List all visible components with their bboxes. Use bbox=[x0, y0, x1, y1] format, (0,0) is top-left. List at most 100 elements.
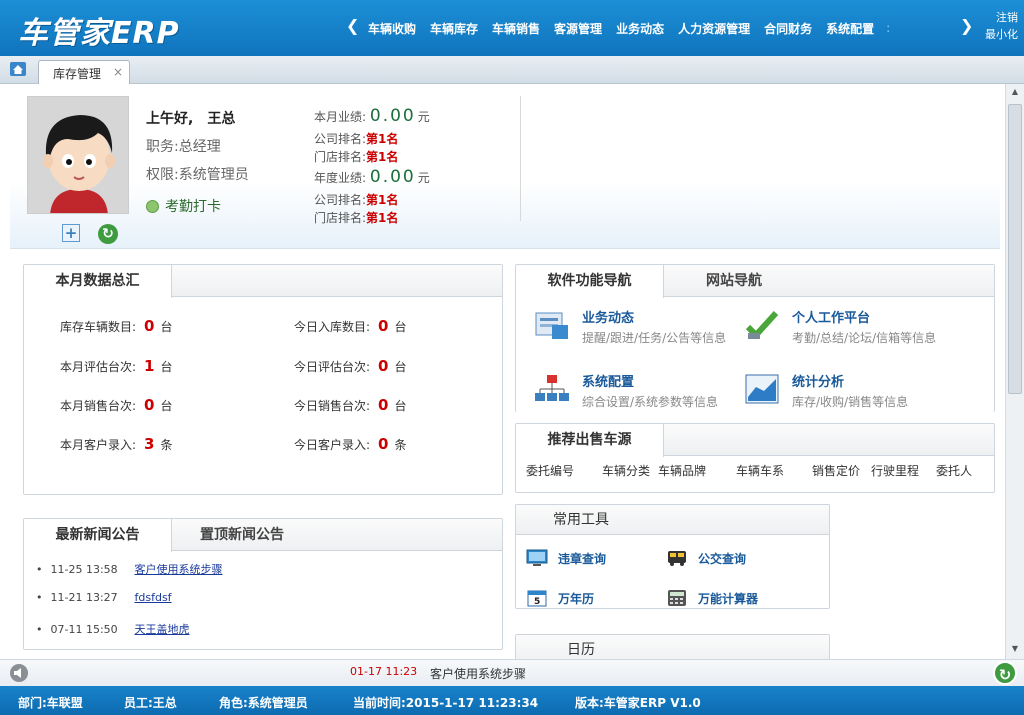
greeting: 上午好, 王总 bbox=[146, 108, 235, 128]
nav-item-business-news[interactable]: 业务动态 bbox=[616, 20, 664, 37]
store-rank-label: 门店排名: bbox=[314, 150, 367, 164]
logout-link[interactable]: 注销 bbox=[985, 9, 1018, 26]
home-icon[interactable] bbox=[10, 62, 26, 76]
nav-item-hr-management[interactable]: 人力资源管理 bbox=[678, 20, 750, 37]
avatar bbox=[27, 96, 129, 214]
col-consignor[interactable]: 委托人 bbox=[936, 462, 972, 479]
nav-item-customer-management[interactable]: 客源管理 bbox=[554, 20, 602, 37]
nav-tile-desc: 库存/收购/销售等信息 bbox=[792, 395, 909, 409]
calculator-icon bbox=[668, 590, 686, 606]
clock-icon bbox=[146, 200, 159, 213]
scroll-up-icon[interactable]: ▲ bbox=[1009, 87, 1021, 99]
col-vehicle-category[interactable]: 车辆分类 bbox=[602, 462, 650, 479]
news-time: 11-21 13:27 bbox=[50, 591, 118, 604]
news-item: • 11-25 13:58 客户使用系统步骤 bbox=[36, 561, 223, 577]
tool-bus-query[interactable]: 公交查询 bbox=[666, 549, 746, 567]
add-avatar-button[interactable]: + bbox=[62, 224, 80, 242]
col-mileage[interactable]: 行驶里程 bbox=[871, 462, 919, 479]
yearly-perf-label: 年度业绩: bbox=[314, 171, 367, 185]
nav-tile-business-news[interactable]: 业务动态 提醒/跟进/任务/公告等信息 bbox=[534, 307, 744, 347]
speaker-icon[interactable] bbox=[8, 663, 30, 683]
tab-close-icon[interactable]: × bbox=[113, 65, 123, 79]
svg-text:5: 5 bbox=[534, 597, 540, 607]
stat-label: 今日入库数目: bbox=[294, 320, 371, 334]
status-version: 版本:车管家ERP V1.0 bbox=[575, 696, 701, 710]
tab-pinned-news[interactable]: 置顶新闻公告 bbox=[172, 519, 312, 551]
refresh-avatar-button[interactable]: ↻ bbox=[98, 224, 118, 244]
tab-website-nav[interactable]: 网站导航 bbox=[664, 265, 804, 297]
status-bar: 部门:车联盟 员工:王总 角色:系统管理员 当前时间:2015-1-17 11:… bbox=[0, 686, 1024, 715]
nav-next-icon[interactable]: ❯ bbox=[960, 16, 973, 35]
monthly-perf-unit: 元 bbox=[417, 110, 430, 124]
common-tools-title: 常用工具 bbox=[553, 512, 609, 528]
news-link[interactable]: fdsfdsf bbox=[135, 591, 172, 604]
nav-tile-personal-workbench[interactable]: 个人工作平台 考勤/总结/论坛/信箱等信息 bbox=[744, 307, 964, 347]
tab-recommended-vehicles[interactable]: 推荐出售车源 bbox=[516, 424, 664, 457]
stat-value: 3 bbox=[144, 435, 155, 453]
app-logo: 车管家ERP bbox=[18, 16, 180, 51]
tab-inventory-management[interactable]: 库存管理 × bbox=[38, 60, 130, 84]
nav-prev-icon[interactable]: ❮ bbox=[346, 16, 359, 35]
store-rank-value: 第1名 bbox=[366, 150, 399, 164]
nav-item-system-config[interactable]: 系统配置 bbox=[826, 20, 874, 37]
tool-label: 公交查询 bbox=[698, 552, 747, 566]
nav-item-contract-finance[interactable]: 合同财务 bbox=[764, 20, 812, 37]
vertical-scrollbar[interactable]: ▲ ▼ bbox=[1005, 84, 1024, 659]
col-commission-no[interactable]: 委托编号 bbox=[526, 462, 574, 479]
tool-traffic-violation[interactable]: 违章查询 bbox=[526, 549, 606, 567]
nav-tile-desc: 综合设置/系统参数等信息 bbox=[582, 395, 719, 409]
tool-calculator[interactable]: 万能计算器 bbox=[666, 589, 758, 607]
col-vehicle-brand[interactable]: 车辆品牌 bbox=[658, 462, 706, 479]
nav-tile-desc: 考勤/总结/论坛/信箱等信息 bbox=[792, 331, 937, 345]
stat-label: 库存车辆数目: bbox=[60, 320, 137, 334]
nav-item-vehicle-sales[interactable]: 车辆销售 bbox=[492, 20, 540, 37]
panel-header: 本月数据总汇 bbox=[24, 265, 502, 298]
col-vehicle-series[interactable]: 车辆车系 bbox=[736, 462, 784, 479]
col-sale-price[interactable]: 销售定价 bbox=[812, 462, 860, 479]
refresh-icon[interactable]: ↻ bbox=[993, 661, 1017, 685]
news-link[interactable]: 客户使用系统步骤 bbox=[135, 563, 223, 576]
monthly-store-rank: 门店排名:第1名 bbox=[314, 148, 398, 165]
tab-monthly-summary[interactable]: 本月数据总汇 bbox=[24, 265, 172, 298]
stat-label: 今日销售台次: bbox=[294, 399, 371, 413]
stat-label: 本月客户录入: bbox=[60, 438, 137, 452]
cartoon-avatar-icon bbox=[28, 97, 128, 213]
stat-inventory-count: 库存车辆数目: 0 台 bbox=[60, 317, 173, 335]
nav-item-vehicle-inventory[interactable]: 车辆库存 bbox=[430, 20, 478, 37]
nav-tile-statistics[interactable]: 统计分析 库存/收购/销售等信息 bbox=[744, 371, 964, 411]
nav-item-vehicle-purchase[interactable]: 车辆收购 bbox=[368, 20, 416, 37]
panel-header: 推荐出售车源 bbox=[516, 424, 994, 457]
status-current-time: 当前时间:2015-1-17 11:23:34 bbox=[353, 696, 539, 710]
system-config-icon bbox=[535, 375, 569, 401]
tab-strip: 库存管理 × bbox=[0, 56, 1024, 84]
traffic-violation-icon bbox=[526, 549, 548, 566]
tab-software-nav[interactable]: 软件功能导航 bbox=[516, 265, 664, 298]
stat-unit: 台 bbox=[160, 399, 173, 413]
tool-perpetual-calendar[interactable]: 5 万年历 bbox=[526, 589, 594, 607]
store-rank-label: 门店排名: bbox=[314, 211, 367, 225]
common-tools-panel: 常用工具 违章查询 公交查询 5 万年历 万能计算器 bbox=[515, 504, 830, 609]
nav-tile-title: 统计分析 bbox=[792, 375, 845, 390]
divider bbox=[520, 96, 521, 221]
scroll-down-icon[interactable]: ▼ bbox=[1009, 644, 1021, 656]
tool-label: 万能计算器 bbox=[698, 592, 759, 606]
nav-more-indicator: : bbox=[886, 21, 891, 35]
punch-label: 考勤打卡 bbox=[165, 199, 221, 215]
stat-today-inbound: 今日入库数目: 0 台 bbox=[294, 317, 407, 335]
company-rank-value: 第1名 bbox=[366, 193, 399, 207]
yearly-performance: 年度业绩: 0.00 元 bbox=[314, 167, 430, 187]
news-link[interactable]: 天王盖地虎 bbox=[135, 623, 190, 636]
scroll-thumb[interactable] bbox=[1008, 104, 1022, 394]
ticker-message[interactable]: 客户使用系统步骤 bbox=[430, 665, 526, 682]
stat-value: 0 bbox=[378, 396, 389, 414]
stat-unit: 台 bbox=[160, 360, 173, 374]
tab-latest-news[interactable]: 最新新闻公告 bbox=[24, 519, 172, 552]
ticker-time: 01-17 11:23 bbox=[350, 665, 418, 678]
yearly-store-rank: 门店排名:第1名 bbox=[314, 209, 398, 226]
stat-unit: 台 bbox=[394, 399, 407, 413]
stat-monthly-sales: 本月销售台次: 0 台 bbox=[60, 396, 173, 414]
news-time: 07-11 15:50 bbox=[50, 623, 118, 636]
minimize-link[interactable]: 最小化 bbox=[985, 26, 1018, 43]
attendance-punch-button[interactable]: 考勤打卡 bbox=[146, 196, 221, 216]
nav-tile-system-config[interactable]: 系统配置 综合设置/系统参数等信息 bbox=[534, 371, 744, 411]
